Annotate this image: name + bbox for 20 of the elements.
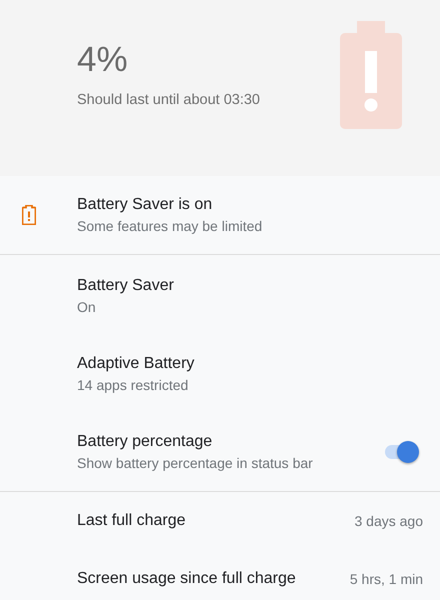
setting-summary: Show battery percentage in status bar	[77, 455, 314, 471]
stat-label: Last full charge	[77, 512, 186, 530]
battery-estimate: Should last until about 03:30	[77, 92, 260, 108]
setting-title: Battery percentage	[77, 433, 214, 451]
battery-percent: 4%	[77, 40, 129, 80]
stat-value: 5 hrs, 1 min	[350, 571, 423, 587]
setting-item[interactable]: Battery percentage Show battery percentage in status bar	[0, 413, 440, 491]
setting-title: Adaptive Battery	[77, 355, 196, 373]
alert-summary: Some features may be limited	[77, 218, 264, 234]
setting-summary: On	[77, 299, 97, 315]
setting-title: Battery Saver	[77, 277, 175, 295]
stat-label: Screen usage since full charge	[77, 570, 296, 588]
toggle-switch[interactable]	[383, 441, 419, 463]
setting-item[interactable]: Battery Saver On	[0, 257, 440, 335]
stat-value: 3 days ago	[354, 513, 423, 529]
setting-item[interactable]: Adaptive Battery 14 apps restricted	[0, 335, 440, 413]
battery-alert-icon	[340, 21, 402, 129]
alert-title: Battery Saver is on	[77, 196, 214, 214]
setting-summary: 14 apps restricted	[77, 377, 190, 393]
battery-alert-icon	[22, 205, 36, 225]
